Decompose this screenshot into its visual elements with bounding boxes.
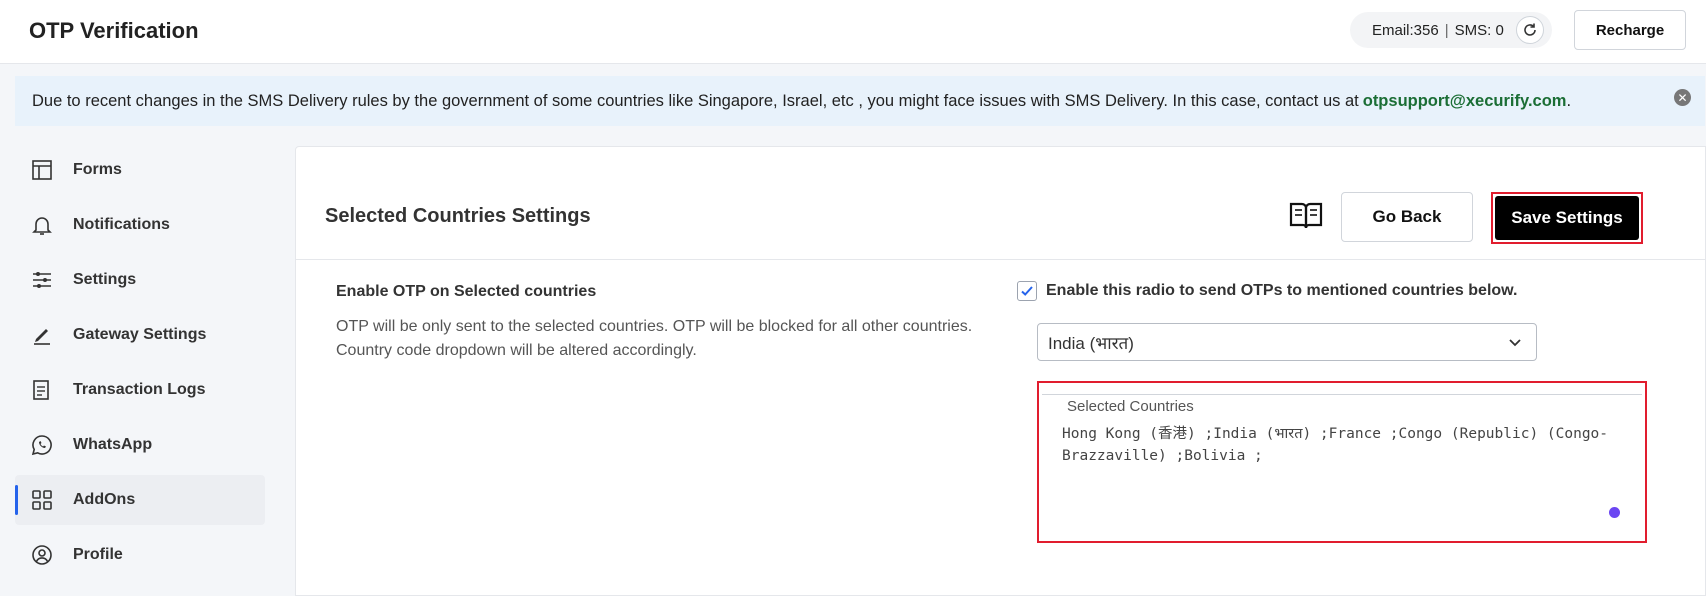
- check-icon: [1021, 286, 1033, 296]
- selected-countries-legend: Selected Countries: [1062, 398, 1199, 415]
- sidebar: Forms Notifications Settings Gateway Set…: [15, 145, 265, 585]
- sidebar-item-label: Gateway Settings: [73, 326, 207, 343]
- enable-checkbox[interactable]: [1017, 281, 1037, 301]
- go-back-button[interactable]: Go Back: [1341, 192, 1473, 242]
- card-header: Selected Countries Settings Go Back Save…: [296, 147, 1705, 260]
- option-description: OTP will be only sent to the selected co…: [336, 318, 973, 359]
- sidebar-item-addons[interactable]: AddOns: [15, 475, 265, 525]
- sidebar-item-label: Profile: [73, 546, 123, 563]
- selected-countries-field[interactable]: Selected Countries Hong Kong (香港) ;India…: [1042, 394, 1642, 538]
- selected-countries-text[interactable]: Hong Kong (香港) ;India (भारत) ;France ;Co…: [1062, 423, 1626, 467]
- top-bar: OTP Verification Email:356 | SMS: 0 Rech…: [0, 0, 1706, 64]
- country-select[interactable]: India (भारत): [1037, 323, 1537, 361]
- sliders-icon: [29, 267, 55, 293]
- settings-card: Selected Countries Settings Go Back Save…: [295, 146, 1706, 596]
- log-icon: [29, 377, 55, 403]
- sidebar-item-profile[interactable]: Profile: [15, 530, 265, 580]
- refresh-button[interactable]: [1515, 16, 1544, 44]
- sidebar-item-label: Notifications: [73, 216, 170, 233]
- page-title: OTP Verification: [29, 18, 199, 43]
- whatsapp-icon: [29, 432, 55, 458]
- sidebar-item-settings[interactable]: Settings: [15, 255, 265, 305]
- sms-notice-banner: Due to recent changes in the SMS Deliver…: [15, 76, 1705, 126]
- book-icon[interactable]: [1288, 199, 1324, 231]
- pen-icon: [29, 322, 55, 348]
- support-email-link[interactable]: otpsupport@xecurify.com: [1363, 92, 1567, 111]
- sidebar-item-label: WhatsApp: [73, 436, 153, 453]
- sidebar-item-label: Settings: [73, 271, 137, 288]
- forms-icon: [29, 157, 55, 183]
- sidebar-item-transaction-logs[interactable]: Transaction Logs: [15, 365, 265, 415]
- sidebar-item-gateway-settings[interactable]: Gateway Settings: [15, 310, 265, 360]
- sidebar-item-label: AddOns: [73, 491, 136, 508]
- recharge-button[interactable]: Recharge: [1574, 10, 1686, 50]
- enable-checkbox-label: Enable this radio to send OTPs to mentio…: [1046, 282, 1518, 299]
- enable-checkbox-row: Enable this radio to send OTPs to mentio…: [1017, 281, 1517, 301]
- user-circle-icon: [29, 542, 55, 568]
- sidebar-item-label: Forms: [73, 161, 122, 178]
- save-settings-button[interactable]: Save Settings: [1495, 196, 1639, 240]
- refresh-icon: [1524, 23, 1536, 36]
- bell-icon: [29, 212, 55, 238]
- sidebar-item-notifications[interactable]: Notifications: [15, 200, 265, 250]
- grid-icon: [29, 487, 55, 513]
- quota-badge: Email:356 | SMS: 0: [1350, 12, 1552, 48]
- sidebar-item-whatsapp[interactable]: WhatsApp: [15, 420, 265, 470]
- save-highlight: Save Settings: [1491, 192, 1643, 244]
- sidebar-item-label: Transaction Logs: [73, 381, 206, 398]
- close-icon[interactable]: ✕: [1674, 89, 1691, 106]
- selected-countries-highlight: Selected Countries Hong Kong (香港) ;India…: [1037, 381, 1647, 543]
- country-select-value: India (भारत): [1048, 333, 1134, 353]
- email-quota: Email:356: [1372, 21, 1439, 39]
- notice-text: Due to recent changes in the SMS Deliver…: [32, 91, 1359, 110]
- assistant-dot-icon[interactable]: [1609, 507, 1620, 518]
- quota-separator: |: [1444, 21, 1449, 39]
- option-label: Enable OTP on Selected countries: [336, 283, 597, 300]
- sidebar-item-forms[interactable]: Forms: [15, 145, 265, 195]
- notice-suffix: .: [1566, 91, 1572, 110]
- section-title: Selected Countries Settings: [325, 205, 591, 227]
- chevron-down-icon: [1509, 339, 1521, 347]
- sms-quota: SMS: 0: [1454, 21, 1504, 39]
